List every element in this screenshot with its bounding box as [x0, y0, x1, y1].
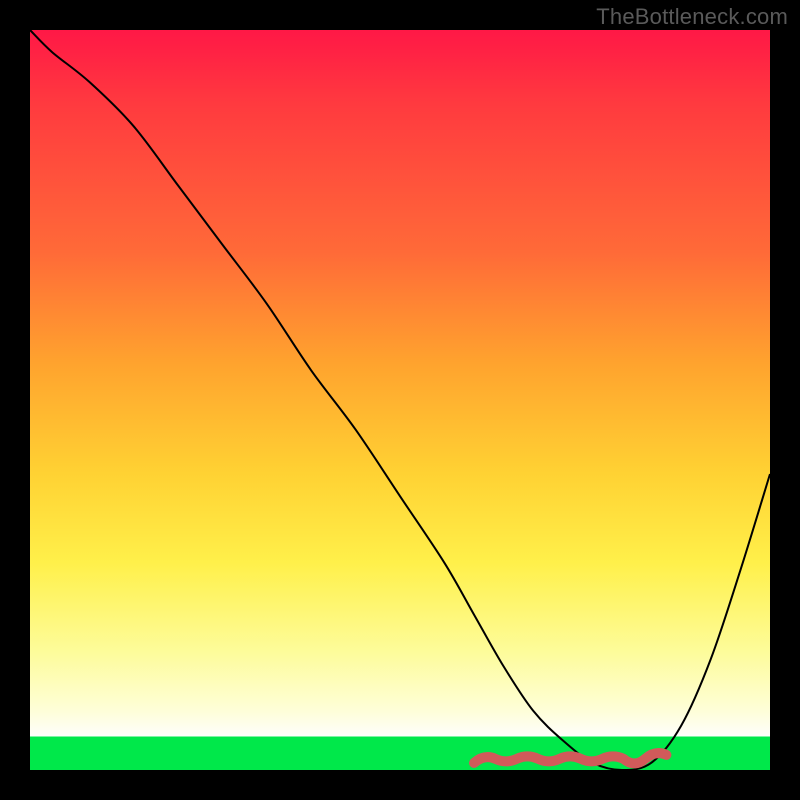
bottleneck-curve [30, 30, 770, 770]
optimal-range-squiggle [474, 753, 666, 763]
chart-frame: TheBottleneck.com [0, 0, 800, 800]
plot-area [30, 30, 770, 770]
curve-layer [30, 30, 770, 770]
watermark-text: TheBottleneck.com [596, 4, 788, 30]
